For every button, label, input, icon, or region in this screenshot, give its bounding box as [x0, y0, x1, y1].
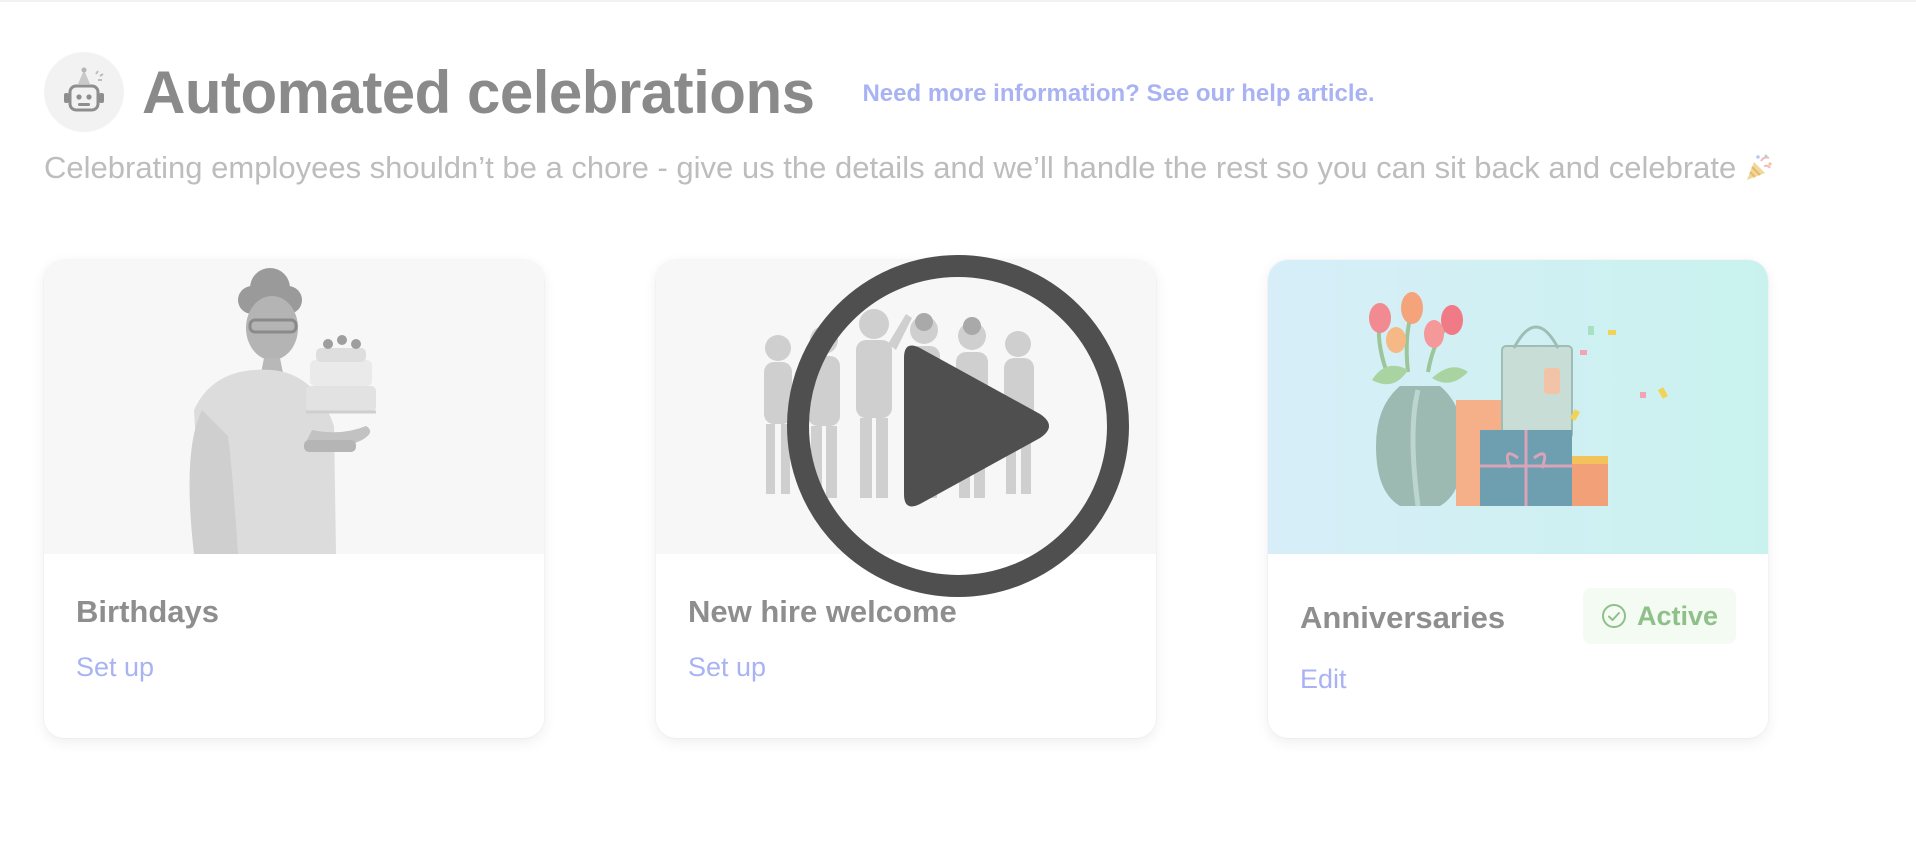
party-popper-icon [1744, 153, 1774, 183]
top-divider [0, 0, 1916, 2]
subtitle-text: Celebrating employees shouldn’t be a cho… [44, 150, 1737, 185]
card-title: Birthdays [76, 594, 219, 629]
page-subtitle: Celebrating employees shouldn’t be a cho… [44, 150, 1774, 186]
status-label: Active [1636, 600, 1718, 631]
help-article-link[interactable]: Need more information? See our help arti… [862, 80, 1374, 108]
new-hire-setup-link[interactable]: Set up [688, 652, 766, 683]
page-header: Automated celebrations Need more informa… [44, 52, 1375, 132]
page-title: Automated celebrations [142, 58, 815, 126]
birthdays-card[interactable]: Birthdays Set up [44, 260, 544, 738]
check-circle-icon [1601, 603, 1627, 629]
anniversary-illustration [1268, 260, 1768, 554]
birthdays-setup-link[interactable]: Set up [76, 652, 154, 683]
robot-icon [44, 52, 124, 132]
status-badge: Active [1582, 588, 1736, 644]
anniversaries-edit-link[interactable]: Edit [1300, 664, 1347, 695]
play-icon[interactable] [786, 254, 1130, 598]
card-title: Anniversaries [1300, 600, 1506, 635]
birthday-illustration [44, 260, 544, 554]
card-title: New hire welcome [688, 594, 957, 629]
anniversaries-card[interactable]: Anniversaries Active Edit [1268, 260, 1768, 738]
